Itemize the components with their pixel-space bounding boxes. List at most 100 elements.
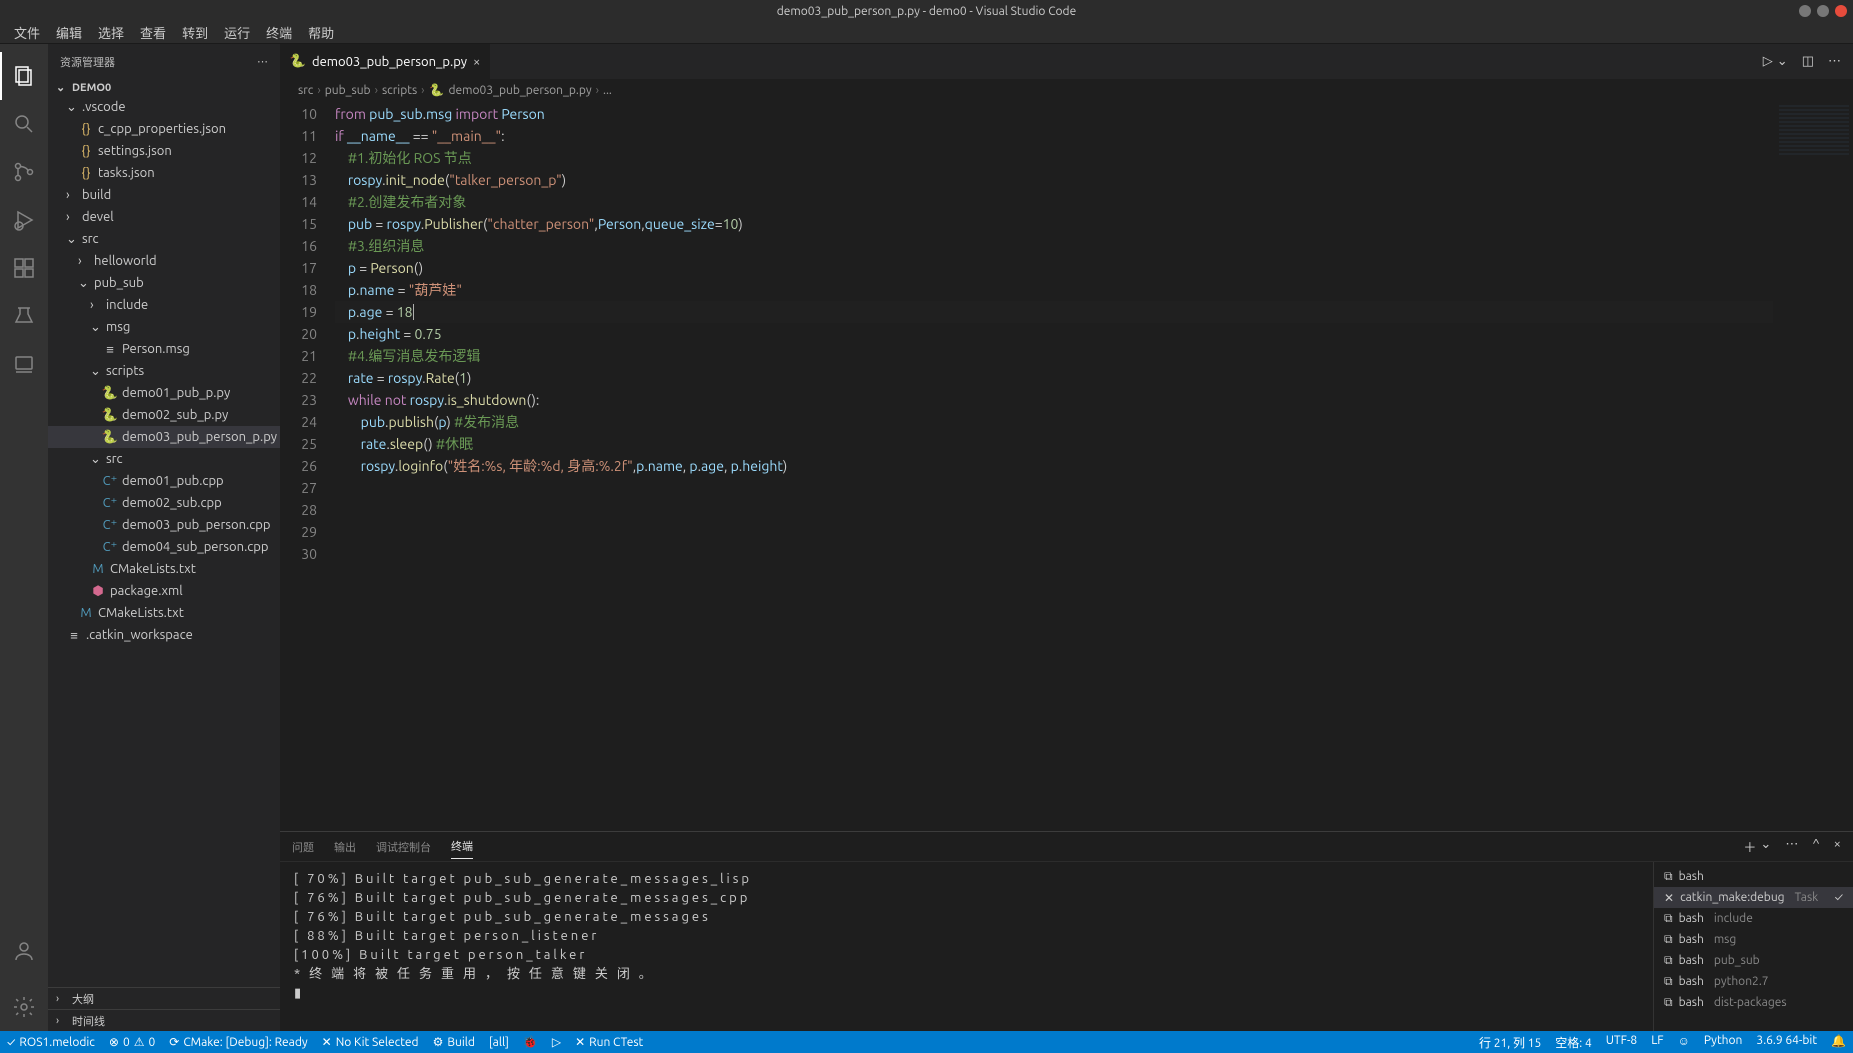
folder-include[interactable]: ›include — [48, 294, 280, 316]
close-panel-icon[interactable]: × — [1834, 837, 1841, 856]
terminal-output[interactable]: [ 70%] Built target pub_sub_generate_mes… — [280, 862, 1653, 1031]
menu-terminal[interactable]: 终端 — [258, 23, 300, 42]
file-demo03cpp[interactable]: C⁺demo03_pub_person.cpp — [48, 514, 280, 536]
close-button[interactable] — [1835, 5, 1847, 17]
terminal-item[interactable]: ✕catkin_make:debugTask✓ — [1654, 887, 1853, 908]
folder-pubsub[interactable]: ⌄pub_sub — [48, 272, 280, 294]
sb-eol[interactable]: LF — [1644, 1034, 1670, 1047]
bc-src[interactable]: src — [298, 84, 313, 97]
file-tasks[interactable]: {}tasks.json — [48, 162, 280, 184]
terminal-item[interactable]: ⧉bashmsg — [1654, 929, 1853, 950]
menu-select[interactable]: 选择 — [90, 23, 132, 42]
menu-file[interactable]: 文件 — [6, 23, 48, 42]
file-ccpp[interactable]: {}c_cpp_properties.json — [48, 118, 280, 140]
menu-goto[interactable]: 转到 — [174, 23, 216, 42]
sb-lang[interactable]: Python — [1697, 1034, 1750, 1047]
bc-scripts[interactable]: scripts — [382, 84, 417, 97]
sidebar-more-icon[interactable]: ⋯ — [257, 55, 268, 68]
folder-helloworld[interactable]: ›helloworld — [48, 250, 280, 272]
workspace-root[interactable]: ⌄DEMO0 — [48, 79, 280, 96]
sb-spaces[interactable]: 空格: 4 — [1548, 1034, 1598, 1051]
outline-section[interactable]: ›大纲 — [48, 987, 280, 1009]
file-demo02cpp[interactable]: C⁺demo02_sub.cpp — [48, 492, 280, 514]
testing-icon[interactable] — [0, 292, 48, 340]
code-area[interactable]: from pub_sub.msg import Person if __name… — [335, 101, 1853, 831]
tab-close-icon[interactable]: × — [473, 55, 480, 69]
panel-tab-debug[interactable]: 调试控制台 — [376, 835, 431, 859]
sb-pyver[interactable]: 3.6.9 64-bit — [1749, 1034, 1824, 1047]
maximize-button[interactable] — [1817, 5, 1829, 17]
folder-build[interactable]: ›build — [48, 184, 280, 206]
scm-icon[interactable] — [0, 148, 48, 196]
terminal-item[interactable]: ⧉bashdist-packages — [1654, 992, 1853, 1013]
tab-demo03[interactable]: 🐍 demo03_pub_person_p.py × — [280, 44, 491, 79]
file-tree[interactable]: ⌄DEMO0 ⌄.vscode {}c_cpp_properties.json … — [48, 79, 280, 987]
sb-cmake[interactable]: ⟳CMake: [Debug]: Ready — [162, 1031, 314, 1053]
folder-src-inner[interactable]: ⌄src — [48, 448, 280, 470]
file-demo01py[interactable]: 🐍demo01_pub_p.py — [48, 382, 280, 404]
sb-position[interactable]: 行 21, 列 15 — [1472, 1034, 1548, 1051]
debug-icon[interactable] — [0, 196, 48, 244]
new-terminal-icon[interactable]: ＋ — [1743, 837, 1756, 856]
remote-icon[interactable] — [0, 340, 48, 388]
extensions-icon[interactable] — [0, 244, 48, 292]
folder-msg[interactable]: ⌄msg — [48, 316, 280, 338]
explorer-icon[interactable] — [0, 52, 48, 100]
file-demo02py[interactable]: 🐍demo02_sub_p.py — [48, 404, 280, 426]
settings-icon[interactable] — [0, 983, 48, 1031]
run-dropdown-icon[interactable]: ⌄ — [1777, 54, 1788, 69]
terminal-item[interactable]: ⧉bash — [1654, 866, 1853, 887]
folder-vscode[interactable]: ⌄.vscode — [48, 96, 280, 118]
file-cmake2[interactable]: MCMakeLists.txt — [48, 602, 280, 624]
maximize-panel-icon[interactable]: ^ — [1812, 837, 1819, 856]
sb-run-btn[interactable]: ▷ — [545, 1031, 568, 1053]
terminal-item[interactable]: ⧉bashpython2.7 — [1654, 971, 1853, 992]
file-pkg[interactable]: ⬢package.xml — [48, 580, 280, 602]
minimize-button[interactable] — [1799, 5, 1811, 17]
sb-errors[interactable]: ⊗0⚠0 — [102, 1031, 162, 1053]
menu-view[interactable]: 查看 — [132, 23, 174, 42]
file-catkinws[interactable]: ≡.catkin_workspace — [48, 624, 280, 646]
folder-src[interactable]: ⌄src — [48, 228, 280, 250]
sb-bell-icon[interactable]: 🔔 — [1824, 1034, 1853, 1048]
sb-target[interactable]: [all] — [482, 1031, 516, 1053]
sb-feedback-icon[interactable]: ☺ — [1671, 1034, 1697, 1048]
sb-ctest[interactable]: ✕Run CTest — [568, 1031, 650, 1053]
menu-help[interactable]: 帮助 — [300, 23, 342, 42]
folder-devel[interactable]: ›devel — [48, 206, 280, 228]
file-demo04cpp[interactable]: C⁺demo04_sub_person.cpp — [48, 536, 280, 558]
folder-scripts[interactable]: ⌄scripts — [48, 360, 280, 382]
editor-body[interactable]: 1011121314151617181920212223242526272829… — [280, 101, 1853, 831]
sb-ros[interactable]: ✓ROS1.melodic — [0, 1031, 102, 1053]
file-demo01cpp[interactable]: C⁺demo01_pub.cpp — [48, 470, 280, 492]
sb-encoding[interactable]: UTF-8 — [1599, 1034, 1644, 1047]
bc-more[interactable]: ... — [603, 84, 612, 97]
file-demo03py[interactable]: 🐍demo03_pub_person_p.py — [48, 426, 280, 448]
panel-tab-output[interactable]: 输出 — [334, 835, 356, 859]
menu-edit[interactable]: 编辑 — [48, 23, 90, 42]
run-icon[interactable]: ▷ — [1763, 54, 1773, 69]
bc-file[interactable]: demo03_pub_person_p.py — [449, 84, 592, 97]
search-icon[interactable] — [0, 100, 48, 148]
editor-more-icon[interactable]: ⋯ — [1828, 54, 1841, 69]
file-settings[interactable]: {}settings.json — [48, 140, 280, 162]
terminal-item[interactable]: ⧉bashinclude — [1654, 908, 1853, 929]
menu-run[interactable]: 运行 — [216, 23, 258, 42]
terminal-item[interactable]: ⧉bashpub_sub — [1654, 950, 1853, 971]
bottom-panel: 问题 输出 调试控制台 终端 ＋ ⌄ ⋯ ^ × [ 70%] Built ta… — [280, 831, 1853, 1031]
sb-debug-btn[interactable]: 🐞 — [516, 1031, 545, 1053]
sb-build[interactable]: ⚙Build — [426, 1031, 482, 1053]
file-cmake1[interactable]: MCMakeLists.txt — [48, 558, 280, 580]
split-editor-icon[interactable]: ◫ — [1802, 54, 1814, 69]
breadcrumb[interactable]: src› pub_sub› scripts› 🐍 demo03_pub_pers… — [280, 79, 1853, 101]
panel-tab-problems[interactable]: 问题 — [292, 835, 314, 859]
panel-more-icon[interactable]: ⋯ — [1785, 837, 1798, 856]
minimap[interactable] — [1773, 101, 1853, 831]
file-personmsg[interactable]: ≡Person.msg — [48, 338, 280, 360]
sb-kit[interactable]: ✕No Kit Selected — [315, 1031, 426, 1053]
timeline-section[interactable]: ›时间线 — [48, 1009, 280, 1031]
panel-tab-terminal[interactable]: 终端 — [451, 834, 473, 859]
terminal-dropdown-icon[interactable]: ⌄ — [1760, 837, 1771, 856]
bc-pubsub[interactable]: pub_sub — [325, 84, 371, 97]
account-icon[interactable] — [0, 927, 48, 975]
